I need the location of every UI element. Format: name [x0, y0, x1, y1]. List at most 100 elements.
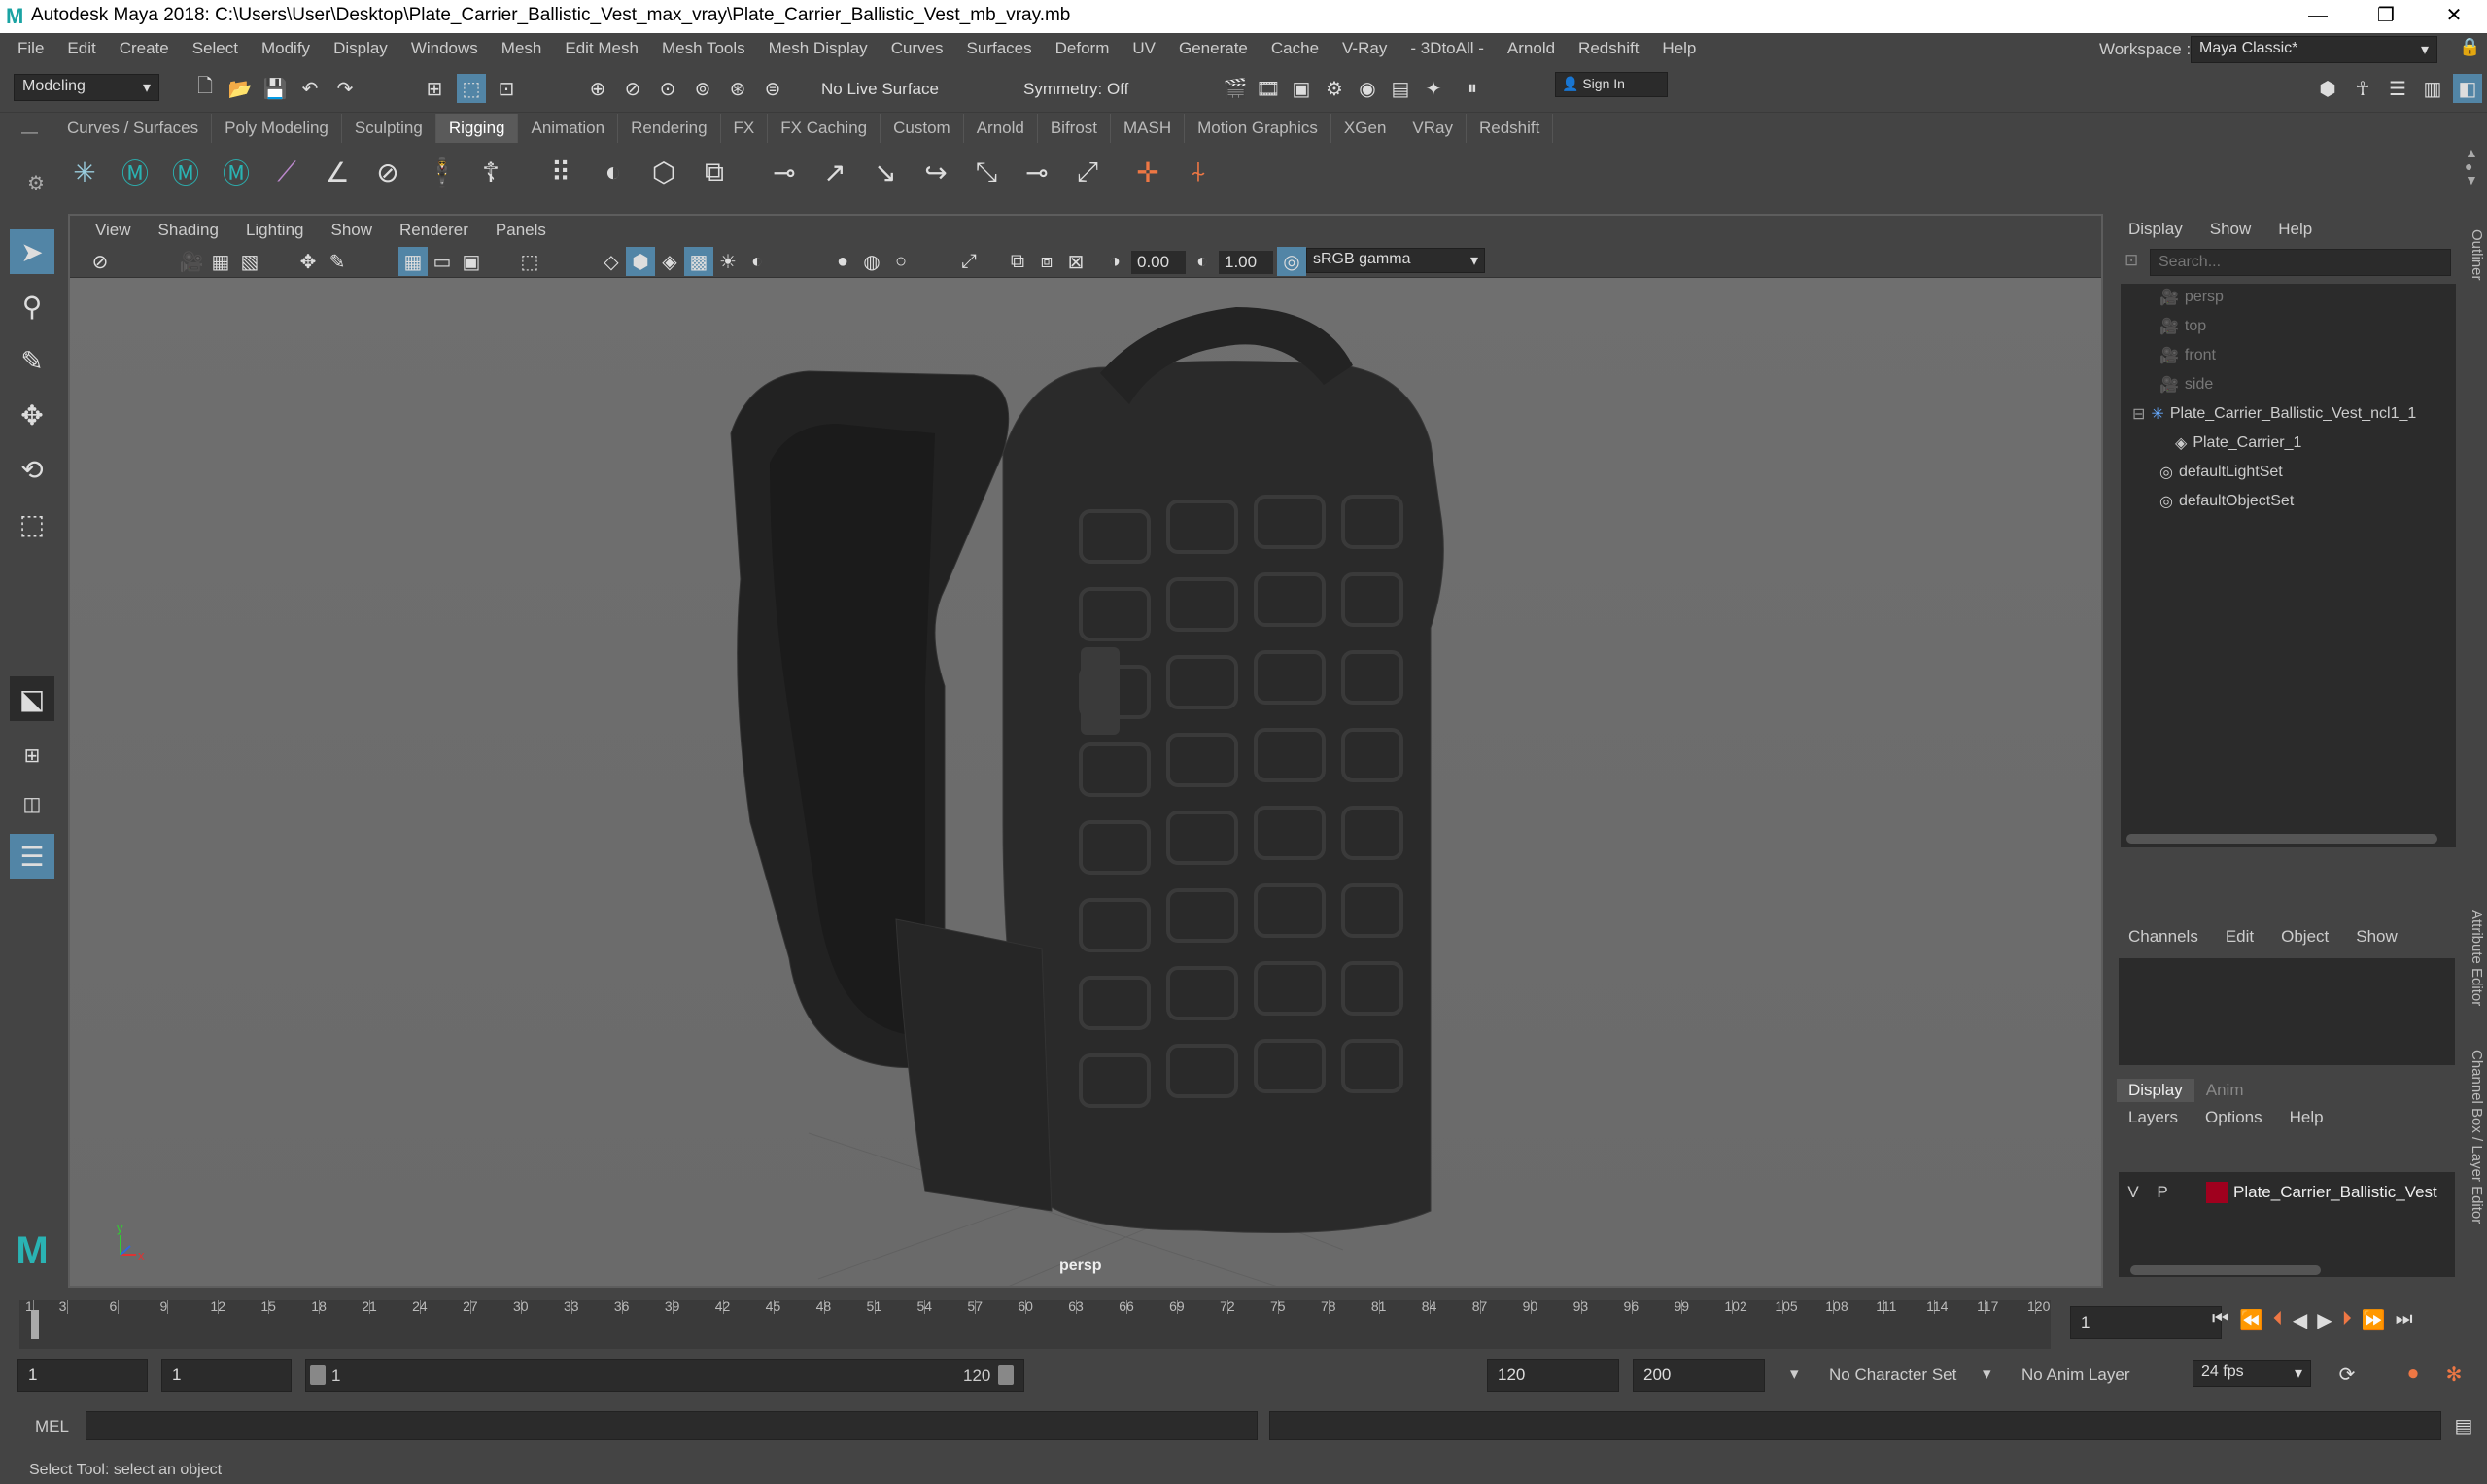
open-scene-icon[interactable]: 📂: [225, 74, 255, 103]
gamma-field[interactable]: 1.00: [1219, 251, 1273, 274]
outliner-item-persp[interactable]: 🎥 persp: [2159, 284, 2224, 311]
isolate-select-icon[interactable]: ⤢: [954, 247, 984, 276]
character-set-chevron-icon[interactable]: ▾: [1790, 1364, 1799, 1384]
move-tool-icon[interactable]: ✥: [10, 393, 54, 437]
go-to-start-icon[interactable]: ⏮: [2212, 1308, 2229, 1332]
cluster-icon[interactable]: ⠿: [540, 152, 581, 192]
shelf-scroll-icon[interactable]: ▲ ● ▼: [2465, 146, 2478, 187]
image-plane-icon[interactable]: ▧: [235, 247, 264, 276]
layer-menu-help[interactable]: Help: [2276, 1108, 2337, 1127]
snap-point-icon[interactable]: ⊙: [653, 74, 682, 103]
script-editor-icon[interactable]: ▤: [2449, 1411, 2478, 1440]
menu-edit[interactable]: Edit: [57, 39, 109, 58]
menu-edit-mesh[interactable]: Edit Mesh: [555, 39, 652, 58]
script-language-label[interactable]: MEL: [35, 1417, 69, 1436]
shelf-tab-motion-graphics[interactable]: Motion Graphics: [1185, 114, 1331, 143]
loop-icon[interactable]: ⟳: [2332, 1360, 2362, 1389]
viewport-menu-show[interactable]: Show: [318, 221, 387, 240]
channel-box-toggle-icon[interactable]: ◧: [2453, 74, 2482, 103]
current-frame-field[interactable]: 1: [2070, 1306, 2222, 1339]
layer-menu-layers[interactable]: Layers: [2115, 1108, 2192, 1127]
menu-windows[interactable]: Windows: [401, 39, 492, 58]
film-gate-icon[interactable]: ▭: [428, 247, 457, 276]
shelf-tab-curves-surfaces[interactable]: Curves / Surfaces: [54, 114, 213, 143]
shadows-icon[interactable]: ◐: [743, 247, 772, 276]
channel-box-side-tab[interactable]: Channel Box / Layer Editor: [2469, 1050, 2485, 1224]
resolution-gate-icon[interactable]: ▣: [457, 247, 486, 276]
menu-generate[interactable]: Generate: [1169, 39, 1261, 58]
joint-tool-icon[interactable]: ✳: [64, 152, 105, 192]
sign-in-button[interactable]: 👤 Sign In: [1555, 72, 1668, 97]
fps-dropdown[interactable]: 24 fps ▾: [2193, 1360, 2311, 1387]
auto-key-icon[interactable]: ⏺: [2399, 1360, 2428, 1389]
shelf-tab-sculpting[interactable]: Sculpting: [342, 114, 436, 143]
outliner-search-input[interactable]: [2150, 249, 2451, 276]
render-view-icon[interactable]: ▤: [1386, 74, 1415, 103]
character-controls-icon[interactable]: ☥: [2348, 74, 2377, 103]
parent-constraint-icon[interactable]: ⤡: [966, 152, 1007, 192]
outliner-item-front[interactable]: 🎥 front: [2159, 342, 2216, 369]
shelf-tab-mash[interactable]: MASH: [1111, 114, 1186, 143]
channel-box-menu-channels[interactable]: Channels: [2115, 927, 2212, 947]
camera-attributes-icon[interactable]: 🎥: [177, 247, 206, 276]
motion-blur-icon[interactable]: ◍: [857, 247, 886, 276]
layer-color-swatch[interactable]: [2206, 1182, 2228, 1203]
outliner-menu-help[interactable]: Help: [2264, 220, 2326, 239]
minimize-button[interactable]: —: [2289, 0, 2347, 33]
step-forward-frame-icon[interactable]: ⏵: [2342, 1308, 2352, 1332]
lattice-icon[interactable]: ⬡: [643, 152, 684, 192]
menu-3dtoall[interactable]: - 3DtoAll -: [1400, 39, 1498, 58]
gamma-icon[interactable]: ◐: [1188, 247, 1217, 276]
menu-select[interactable]: Select: [183, 39, 252, 58]
exposure-field[interactable]: 0.00: [1131, 251, 1186, 274]
shelf-tab-animation[interactable]: Animation: [518, 114, 619, 143]
layer-tab-anim[interactable]: Anim: [2194, 1079, 2256, 1102]
viewport-3d-canvas[interactable]: y x persp: [70, 278, 2101, 1309]
snap-center-icon[interactable]: ⊜: [758, 74, 787, 103]
locator-icon[interactable]: ✛: [1127, 152, 1168, 192]
redo-icon[interactable]: ↷: [330, 74, 360, 103]
ambient-occlusion-icon[interactable]: ●: [828, 247, 857, 276]
pause-render-icon[interactable]: ⏸: [1458, 74, 1487, 103]
exposure-icon[interactable]: ◑: [1100, 247, 1129, 276]
outliner-item-top[interactable]: 🎥 top: [2159, 313, 2206, 340]
step-forward-key-icon[interactable]: ⏩: [2362, 1308, 2386, 1332]
menu-arnold[interactable]: Arnold: [1498, 39, 1569, 58]
lasso-tool-icon[interactable]: ⚲: [10, 284, 54, 328]
single-perspective-icon[interactable]: ⬕: [10, 676, 54, 721]
human-ik-icon[interactable]: Ⓜ: [165, 152, 206, 192]
bookmark-icon[interactable]: ▦: [206, 247, 235, 276]
range-end-handle[interactable]: [998, 1365, 1014, 1385]
outliner-item-side[interactable]: 🎥 side: [2159, 371, 2213, 398]
viewport-menu-panels[interactable]: Panels: [482, 221, 560, 240]
menu-redshift[interactable]: Redshift: [1569, 39, 1652, 58]
outliner-menu-show[interactable]: Show: [2196, 220, 2265, 239]
snap-curve-icon[interactable]: ⊘: [618, 74, 647, 103]
layer-visibility-toggle[interactable]: V: [2119, 1183, 2148, 1202]
step-back-key-icon[interactable]: ⏪: [2239, 1308, 2263, 1332]
select-tool-icon[interactable]: ➤: [10, 229, 54, 274]
snap-surface-icon[interactable]: ⊛: [723, 74, 752, 103]
quick-rig-icon[interactable]: Ⓜ: [115, 152, 155, 192]
render-settings-icon[interactable]: ⚙: [1320, 74, 1349, 103]
wireframe-on-shaded-icon[interactable]: ◈: [655, 247, 684, 276]
range-start-handle[interactable]: [310, 1365, 326, 1385]
lock-icon[interactable]: 🔒: [2459, 37, 2480, 57]
orient-constraint-icon[interactable]: ↘: [865, 152, 906, 192]
animation-end-field[interactable]: 200: [1633, 1359, 1765, 1392]
playback-start-field[interactable]: 1: [161, 1359, 292, 1392]
save-scene-icon[interactable]: 💾: [260, 74, 290, 103]
safe-action-icon[interactable]: ⬚: [515, 247, 544, 276]
menu-cache[interactable]: Cache: [1261, 39, 1332, 58]
select-hierarchy-icon[interactable]: ⊞: [420, 74, 449, 103]
snap-grid-icon[interactable]: ⊕: [583, 74, 612, 103]
menu-surfaces[interactable]: Surfaces: [957, 39, 1046, 58]
anim-layer-chevron-icon[interactable]: ▾: [1983, 1364, 1991, 1384]
undo-icon[interactable]: ↶: [295, 74, 325, 103]
channel-box-menu-edit[interactable]: Edit: [2212, 927, 2267, 947]
play-forward-icon[interactable]: ▶: [2317, 1308, 2332, 1332]
time-slider[interactable]: 1 3 6 9 12 15 18 21 24 27 30 33 36 39 42 45 48 51 54 57 60 63…: [0, 1293, 2487, 1357]
render-sequence-icon[interactable]: 🎞: [1254, 74, 1283, 103]
outliner-horizontal-scrollbar[interactable]: [2126, 834, 2437, 844]
outliner-filter-icon[interactable]: ⊡: [2124, 251, 2138, 270]
